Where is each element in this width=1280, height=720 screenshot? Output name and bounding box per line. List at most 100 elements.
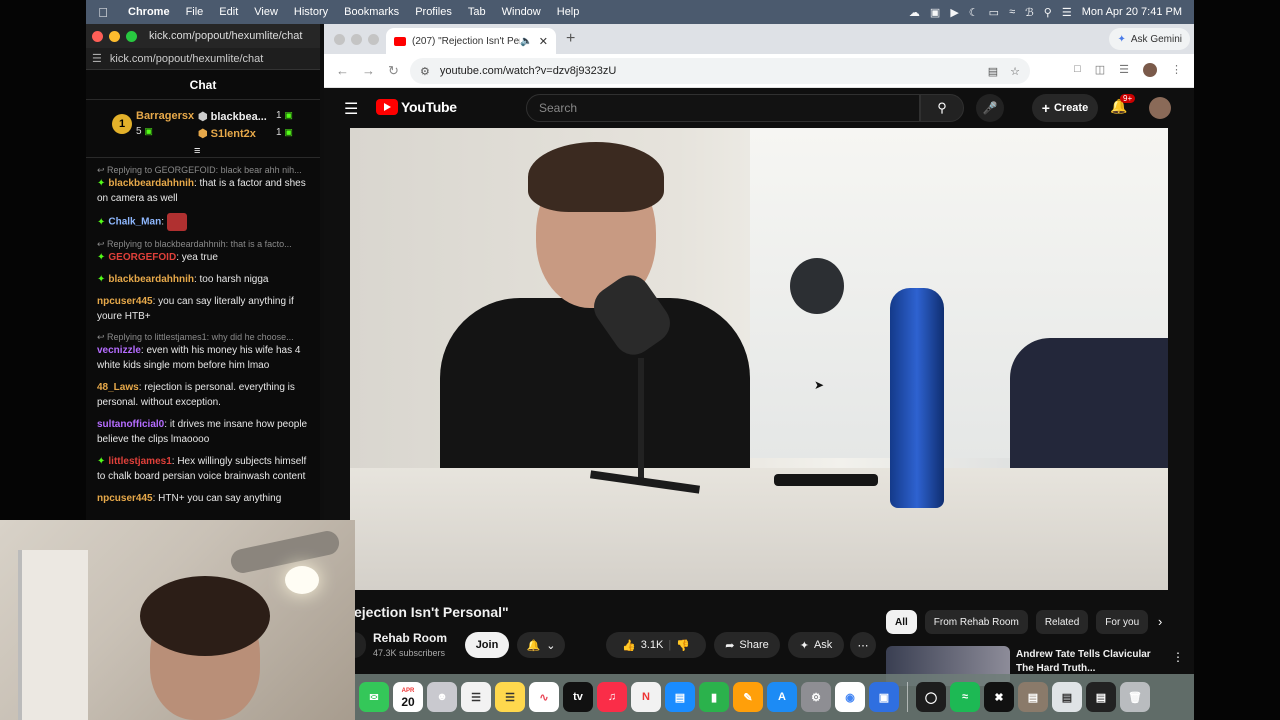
leader-third-name[interactable]: ⬢ S1lent2x (198, 127, 256, 140)
back-icon[interactable]: ← (336, 63, 350, 78)
downloads-icon[interactable]: ▤ (1018, 682, 1048, 712)
preview-icon[interactable]: ▣ (869, 682, 899, 712)
moon-icon[interactable]: ☾ (969, 6, 979, 19)
search-icon[interactable]: ⚲ (1044, 6, 1052, 19)
channel-name[interactable]: Rehab Room (373, 631, 447, 645)
spotify-icon[interactable]: ≈ (950, 682, 980, 712)
video-player[interactable]: ➤ (350, 128, 1168, 590)
trash-icon[interactable]: 🗑 (1120, 682, 1150, 712)
apple-tv-icon[interactable]: tv (563, 682, 593, 712)
profile-avatar[interactable] (1143, 63, 1157, 77)
clock[interactable]: Mon Apr 20 7:41 PM (1082, 6, 1182, 18)
menu-help[interactable]: Help (549, 6, 588, 18)
chip-related[interactable]: Related (1035, 610, 1089, 634)
account-avatar[interactable] (1149, 97, 1171, 119)
channel-avatar[interactable] (354, 632, 366, 658)
cast-icon[interactable]: ▤ (988, 65, 998, 78)
recommended-title[interactable]: Andrew Tate Tells Clavicular The Hard Tr… (1016, 648, 1166, 676)
subscription-bell-button[interactable]: 🔔 ⌄ (517, 632, 565, 658)
reply-context[interactable]: ↩ Replying to littlestjames1: why did he… (97, 331, 312, 343)
youtube-logo[interactable]: YouTube (376, 99, 457, 115)
more-menu-icon[interactable]: ⋮ (1171, 63, 1182, 77)
forward-icon[interactable]: → (362, 63, 376, 78)
numbers-icon[interactable]: ▮ (699, 682, 729, 712)
menu-window[interactable]: Window (494, 6, 549, 18)
battery-icon[interactable]: ▭ (989, 6, 999, 19)
play-icon[interactable]: ▶ (950, 6, 958, 19)
chip-from-channel[interactable]: From Rehab Room (924, 610, 1028, 634)
reading-list-icon[interactable]: ☰ (1119, 63, 1129, 77)
reload-icon[interactable]: ↻ (388, 63, 402, 79)
chat-username[interactable]: sultanofficial0 (97, 419, 164, 430)
search-button[interactable]: ⚲ (920, 94, 964, 122)
menu-edit[interactable]: Edit (211, 6, 246, 18)
voice-search-button[interactable]: 🎤 (976, 94, 1004, 122)
reply-context[interactable]: ↩ Replying to GEORGEFOID: black bear ahh… (97, 164, 312, 176)
close-tab-icon[interactable]: ✕ (539, 35, 548, 48)
menu-view[interactable]: View (246, 6, 286, 18)
search-input[interactable]: Search (526, 94, 920, 122)
more-actions-button[interactable]: ⋯ (850, 632, 876, 658)
wifi-icon[interactable]: ≈ (1009, 6, 1015, 18)
chat-username[interactable]: npcuser445 (97, 493, 153, 504)
screen-record-icon[interactable]: ▣ (930, 6, 940, 19)
more-vertical-icon[interactable]: ⋮ (1172, 650, 1184, 664)
system-settings-icon[interactable]: ⚙ (801, 682, 831, 712)
minimize-button[interactable] (351, 33, 362, 45)
menu-history[interactable]: History (286, 6, 336, 18)
music-icon[interactable]: ♫ (597, 682, 627, 712)
capcut-icon[interactable]: ✖ (984, 682, 1014, 712)
freeform-icon[interactable]: ∿ (529, 682, 559, 712)
new-tab-button[interactable]: + (566, 30, 575, 48)
screenshot-icon[interactable]: ▤ (1086, 682, 1116, 712)
create-button[interactable]: + Create (1032, 94, 1098, 122)
chat-username[interactable]: blackbeardahhnih (108, 178, 194, 189)
close-button[interactable] (334, 33, 345, 45)
reminders-icon[interactable]: ☰ (461, 682, 491, 712)
leader-first-name[interactable]: Barragersx (136, 110, 194, 122)
chevron-right-icon[interactable]: › (1158, 614, 1162, 629)
zoom-button[interactable] (368, 33, 379, 45)
menu-file[interactable]: File (178, 6, 212, 18)
menu-tab[interactable]: Tab (460, 6, 494, 18)
tab-youtube[interactable]: (207) "Rejection Isn't Per 🔈 ✕ (386, 28, 556, 54)
bluetooth-icon[interactable]: ℬ (1025, 6, 1034, 19)
menu-app-name[interactable]: Chrome (120, 6, 178, 18)
chat-username[interactable]: GEORGEFOID (108, 252, 176, 263)
chat-username[interactable]: vecnizzle (97, 345, 141, 356)
sidepanel-icon[interactable]: ◫ (1095, 63, 1105, 77)
notes-icon[interactable]: ☰ (495, 682, 525, 712)
join-button[interactable]: Join (465, 632, 509, 658)
chat-url-bar[interactable]: ☰ kick.com/popout/hexumlite/chat (86, 48, 320, 70)
keynote-icon[interactable]: ▤ (665, 682, 695, 712)
share-button[interactable]: ➦ Share (714, 632, 780, 658)
minimize-button[interactable] (109, 30, 120, 42)
cloud-icon[interactable]: ☁ (909, 6, 920, 19)
chip-all[interactable]: All (886, 610, 917, 634)
extensions-icon[interactable]: □ (1074, 63, 1081, 77)
messages-icon[interactable]: ✉ (359, 682, 389, 712)
news-icon[interactable]: N (631, 682, 661, 712)
collapse-pinned-icon[interactable]: ≡ (194, 145, 200, 157)
chrome-icon[interactable]: ◉ (835, 682, 865, 712)
address-bar[interactable]: ⚙ youtube.com/watch?v=dzv8j9323zU ▤ ☆ (410, 58, 1030, 84)
control-center-icon[interactable]: ☰ (1062, 6, 1072, 19)
ask-gemini-button[interactable]: ✦ Ask Gemini (1109, 28, 1190, 50)
site-info-icon[interactable]: ⚙ (420, 65, 430, 78)
calendar-icon[interactable]: APR 20 (393, 682, 423, 712)
chat-username[interactable]: npcuser445 (97, 296, 153, 307)
recent-file-icon[interactable]: ▤ (1052, 682, 1082, 712)
obs-icon[interactable]: ◯ (916, 682, 946, 712)
like-dislike-button[interactable]: 👍 3.1K | 👎 (606, 632, 706, 658)
apple-icon[interactable]:  (86, 5, 120, 20)
leader-second-name[interactable]: ⬢ blackbea... (198, 110, 267, 123)
menu-bookmarks[interactable]: Bookmarks (336, 6, 407, 18)
speaker-icon[interactable]: 🔈 (520, 36, 532, 47)
menu-profiles[interactable]: Profiles (407, 6, 460, 18)
reply-context[interactable]: ↩ Replying to blackbeardahhnih: that is … (97, 238, 312, 250)
ask-button[interactable]: ✦ Ask (788, 632, 844, 658)
pages-icon[interactable]: ✎ (733, 682, 763, 712)
chat-username[interactable]: 48_Laws (97, 382, 139, 393)
close-button[interactable] (92, 30, 103, 42)
contacts-icon[interactable]: ☻ (427, 682, 457, 712)
